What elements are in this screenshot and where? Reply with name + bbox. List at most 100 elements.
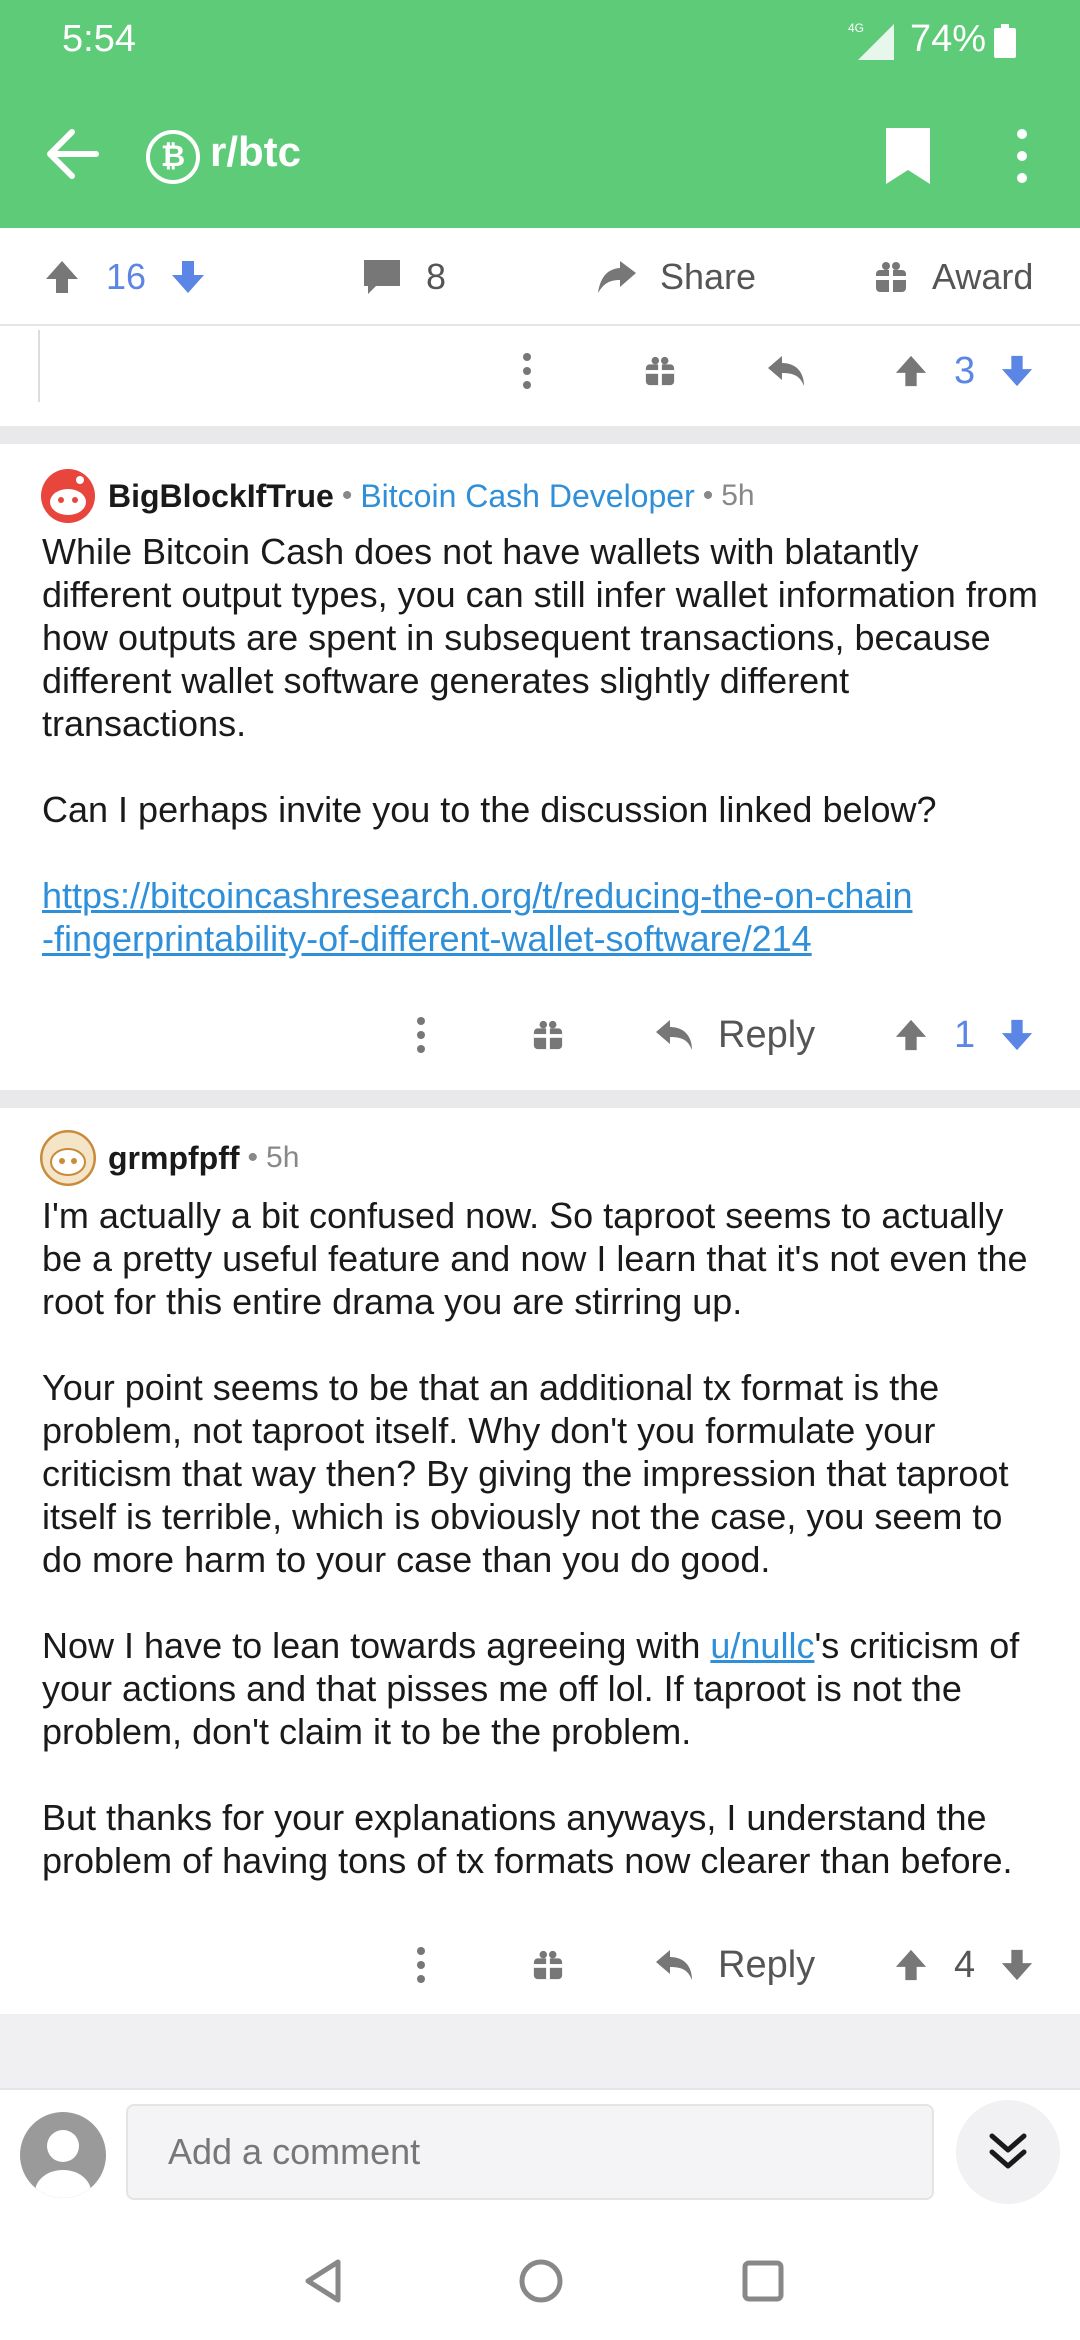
avatar[interactable] (20, 2112, 106, 2198)
comment-card: grmpfpff • 5h I'm actually a bit confuse… (0, 1108, 1080, 2014)
gift-icon[interactable] (644, 355, 676, 387)
comment-body: I'm actually a bit confused now. So tapr… (42, 1194, 1052, 1925)
comment-paragraph: Can I perhaps invite you to the discussi… (42, 789, 937, 830)
reply-arrow-icon (656, 1020, 692, 1050)
bitcoin-icon[interactable]: ₿ (146, 130, 200, 184)
user-flair: Bitcoin Cash Developer (360, 477, 695, 514)
status-time: 5:54 (62, 18, 136, 60)
battery-percent: 74% (910, 18, 987, 60)
comment-author[interactable]: BigBlockIfTrue (108, 478, 334, 515)
comment-author[interactable]: grmpfpff (108, 1140, 240, 1177)
comment-upvote-button[interactable] (894, 326, 928, 416)
post-comments-button[interactable]: 8 (362, 228, 446, 326)
comment-score: 3 (954, 349, 976, 392)
upvote-arrow-icon[interactable] (894, 1018, 928, 1052)
downvote-arrow-icon[interactable] (1000, 354, 1034, 388)
avatar[interactable] (40, 1130, 96, 1186)
post-action-bar: 16 8 Share Award (0, 228, 1080, 326)
upvote-arrow-icon[interactable] (894, 1948, 928, 1982)
comment-more-button[interactable] (416, 990, 426, 1080)
comment-score: 4 (954, 1943, 976, 1986)
upvote-arrow-icon[interactable] (44, 259, 80, 295)
comment-award-button[interactable] (644, 326, 676, 416)
downvote-arrow-icon[interactable] (1000, 1018, 1034, 1052)
reply-label: Reply (718, 1943, 816, 1986)
double-chevron-down-icon[interactable] (986, 2130, 1030, 2174)
separator-dot: • (247, 1141, 259, 1174)
reply-label: Reply (718, 1013, 816, 1056)
more-vert-icon[interactable] (1014, 128, 1030, 184)
comment-upvote-button[interactable] (894, 990, 928, 1080)
more-vert-icon[interactable] (522, 353, 532, 389)
signal-icon: 4G (848, 21, 894, 60)
section-divider (0, 2014, 1080, 2088)
collapse-comments-button[interactable] (956, 2100, 1060, 2204)
comment-age: 5h (721, 479, 755, 512)
user-mention-link[interactable]: u/nullc (710, 1625, 814, 1666)
comment-more-button[interactable] (416, 1920, 426, 2010)
avatar[interactable] (40, 468, 96, 524)
post-share-button[interactable]: Share (596, 228, 756, 326)
comment-downvote-button[interactable] (1000, 1920, 1034, 2010)
research-link[interactable]: -fingerprintability-of-different-wallet-… (42, 918, 812, 959)
comment-more-button[interactable] (522, 326, 532, 416)
reply-arrow-icon (656, 1950, 692, 1980)
subreddit-name[interactable]: r/btc (210, 128, 301, 176)
user-silhouette-icon (35, 2130, 91, 2198)
share-arrow-icon (598, 261, 636, 293)
separator-dot: • (341, 479, 353, 512)
more-vert-icon[interactable] (416, 1017, 426, 1053)
comment-paragraph: Now I have to lean towards agreeing with… (42, 1624, 1052, 1753)
research-link[interactable]: https://bitcoincashresearch.org/t/reduci… (42, 875, 912, 916)
system-nav-bar (0, 2220, 1080, 2340)
upvote-arrow-icon[interactable] (894, 354, 928, 388)
post-downvote-button[interactable] (170, 228, 206, 326)
comment-link-paragraph: https://bitcoincashresearch.org/t/reduci… (42, 874, 1052, 960)
downvote-arrow-icon[interactable] (1000, 1948, 1034, 1982)
post-score: 16 (106, 256, 147, 297)
back-arrow-icon[interactable] (42, 124, 102, 184)
comment-reply-button[interactable]: Reply (654, 1920, 815, 2010)
comment-reply-button[interactable] (766, 326, 806, 416)
downvote-arrow-icon[interactable] (170, 259, 206, 295)
comment-body: While Bitcoin Cash does not have wallets… (42, 530, 1052, 1003)
comment-meta: grmpfpff • 5h (40, 1128, 299, 1188)
add-comment-input[interactable]: Add a comment (126, 2104, 934, 2200)
comment-upvote-button[interactable] (894, 1920, 928, 2010)
nav-back-icon[interactable] (298, 2256, 348, 2306)
comment-score: 1 (954, 1013, 976, 1056)
more-vert-icon[interactable] (416, 1947, 426, 1983)
comment-action-row: 3 (0, 326, 1080, 416)
comment-bubble-icon (364, 260, 400, 294)
comment-award-button[interactable] (532, 1920, 564, 2010)
separator-dot: • (702, 479, 714, 512)
comment-paragraph: I'm actually a bit confused now. So tapr… (42, 1195, 1028, 1322)
comment-action-row: Reply 4 (0, 1920, 1080, 2010)
gift-icon (876, 262, 906, 292)
top-bar: 5:54 4G 74% ₿ r/btc (0, 0, 1080, 228)
comment-paragraph: Your point seems to be that an additiona… (42, 1367, 1009, 1580)
app-bar: ₿ r/btc (0, 100, 1080, 210)
nav-home-icon[interactable] (516, 2256, 566, 2306)
comment-downvote-button[interactable] (1000, 990, 1034, 1080)
reply-arrow-icon[interactable] (766, 354, 806, 388)
nav-recents-icon[interactable] (738, 2256, 788, 2306)
comment-paragraph: While Bitcoin Cash does not have wallets… (42, 531, 1038, 744)
battery-icon (994, 24, 1016, 58)
svg-text:4G: 4G (848, 21, 864, 35)
comment-paragraph: But thanks for your explanations anyways… (42, 1797, 1013, 1881)
post-award-button[interactable]: Award (874, 228, 1033, 326)
paragraph-text: Now I have to lean towards agreeing with (42, 1625, 711, 1666)
gift-icon[interactable] (532, 1949, 564, 1981)
comment-age: 5h (266, 1141, 300, 1174)
comment-award-button[interactable] (532, 990, 564, 1080)
post-share-label: Share (660, 256, 757, 297)
post-award-label: Award (932, 256, 1034, 297)
comment-reply-button[interactable]: Reply (654, 990, 815, 1080)
post-upvote-button[interactable] (44, 228, 80, 326)
comment-composer-bar: Add a comment (0, 2088, 1080, 2218)
comment-downvote-button[interactable] (1000, 326, 1034, 416)
section-divider (0, 426, 1080, 444)
gift-icon[interactable] (532, 1019, 564, 1051)
bookmark-icon[interactable] (886, 128, 930, 184)
